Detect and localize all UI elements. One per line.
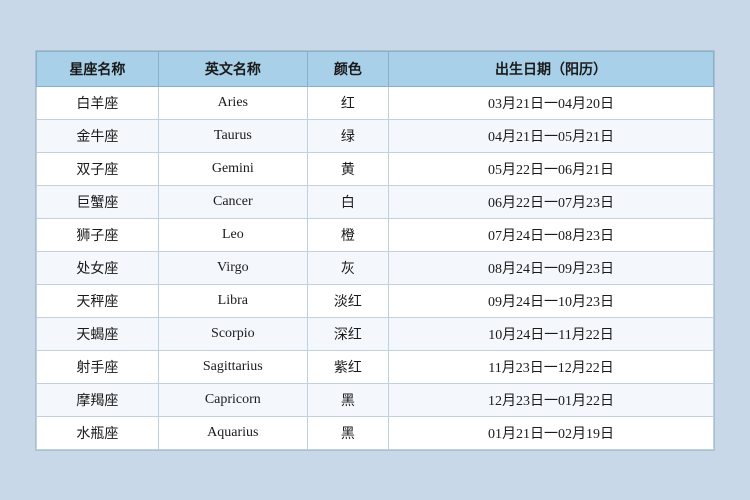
cell-date: 11月23日一12月22日 xyxy=(389,350,714,383)
cell-color: 紫红 xyxy=(307,350,388,383)
cell-zh: 金牛座 xyxy=(37,119,159,152)
cell-zh: 天秤座 xyxy=(37,284,159,317)
cell-zh: 处女座 xyxy=(37,251,159,284)
header-zh: 星座名称 xyxy=(37,51,159,86)
cell-color: 淡红 xyxy=(307,284,388,317)
cell-date: 09月24日一10月23日 xyxy=(389,284,714,317)
cell-color: 橙 xyxy=(307,218,388,251)
cell-en: Libra xyxy=(158,284,307,317)
cell-color: 白 xyxy=(307,185,388,218)
table-row: 天蝎座Scorpio深红10月24日一11月22日 xyxy=(37,317,714,350)
cell-date: 05月22日一06月21日 xyxy=(389,152,714,185)
cell-color: 黑 xyxy=(307,416,388,449)
cell-zh: 射手座 xyxy=(37,350,159,383)
cell-en: Taurus xyxy=(158,119,307,152)
cell-color: 黑 xyxy=(307,383,388,416)
table-row: 摩羯座Capricorn黑12月23日一01月22日 xyxy=(37,383,714,416)
table-row: 处女座Virgo灰08月24日一09月23日 xyxy=(37,251,714,284)
cell-en: Aquarius xyxy=(158,416,307,449)
cell-zh: 狮子座 xyxy=(37,218,159,251)
cell-color: 红 xyxy=(307,86,388,119)
cell-en: Gemini xyxy=(158,152,307,185)
table-row: 白羊座Aries红03月21日一04月20日 xyxy=(37,86,714,119)
cell-color: 深红 xyxy=(307,317,388,350)
table-row: 巨蟹座Cancer白06月22日一07月23日 xyxy=(37,185,714,218)
header-date: 出生日期（阳历） xyxy=(389,51,714,86)
cell-color: 灰 xyxy=(307,251,388,284)
table-row: 水瓶座Aquarius黑01月21日一02月19日 xyxy=(37,416,714,449)
zodiac-table-container: 星座名称 英文名称 颜色 出生日期（阳历） 白羊座Aries红03月21日一04… xyxy=(35,50,715,451)
cell-zh: 巨蟹座 xyxy=(37,185,159,218)
cell-zh: 摩羯座 xyxy=(37,383,159,416)
table-body: 白羊座Aries红03月21日一04月20日金牛座Taurus绿04月21日一0… xyxy=(37,86,714,449)
cell-date: 10月24日一11月22日 xyxy=(389,317,714,350)
cell-en: Virgo xyxy=(158,251,307,284)
cell-date: 08月24日一09月23日 xyxy=(389,251,714,284)
table-row: 天秤座Libra淡红09月24日一10月23日 xyxy=(37,284,714,317)
cell-zh: 白羊座 xyxy=(37,86,159,119)
cell-zh: 双子座 xyxy=(37,152,159,185)
header-en: 英文名称 xyxy=(158,51,307,86)
cell-en: Leo xyxy=(158,218,307,251)
table-row: 狮子座Leo橙07月24日一08月23日 xyxy=(37,218,714,251)
cell-en: Aries xyxy=(158,86,307,119)
cell-en: Sagittarius xyxy=(158,350,307,383)
cell-date: 06月22日一07月23日 xyxy=(389,185,714,218)
cell-en: Cancer xyxy=(158,185,307,218)
cell-color: 绿 xyxy=(307,119,388,152)
cell-date: 07月24日一08月23日 xyxy=(389,218,714,251)
table-header-row: 星座名称 英文名称 颜色 出生日期（阳历） xyxy=(37,51,714,86)
cell-en: Capricorn xyxy=(158,383,307,416)
cell-color: 黄 xyxy=(307,152,388,185)
cell-date: 03月21日一04月20日 xyxy=(389,86,714,119)
cell-zh: 水瓶座 xyxy=(37,416,159,449)
cell-date: 12月23日一01月22日 xyxy=(389,383,714,416)
header-color: 颜色 xyxy=(307,51,388,86)
cell-en: Scorpio xyxy=(158,317,307,350)
table-row: 双子座Gemini黄05月22日一06月21日 xyxy=(37,152,714,185)
table-row: 射手座Sagittarius紫红11月23日一12月22日 xyxy=(37,350,714,383)
cell-date: 04月21日一05月21日 xyxy=(389,119,714,152)
cell-date: 01月21日一02月19日 xyxy=(389,416,714,449)
table-row: 金牛座Taurus绿04月21日一05月21日 xyxy=(37,119,714,152)
cell-zh: 天蝎座 xyxy=(37,317,159,350)
zodiac-table: 星座名称 英文名称 颜色 出生日期（阳历） 白羊座Aries红03月21日一04… xyxy=(36,51,714,450)
